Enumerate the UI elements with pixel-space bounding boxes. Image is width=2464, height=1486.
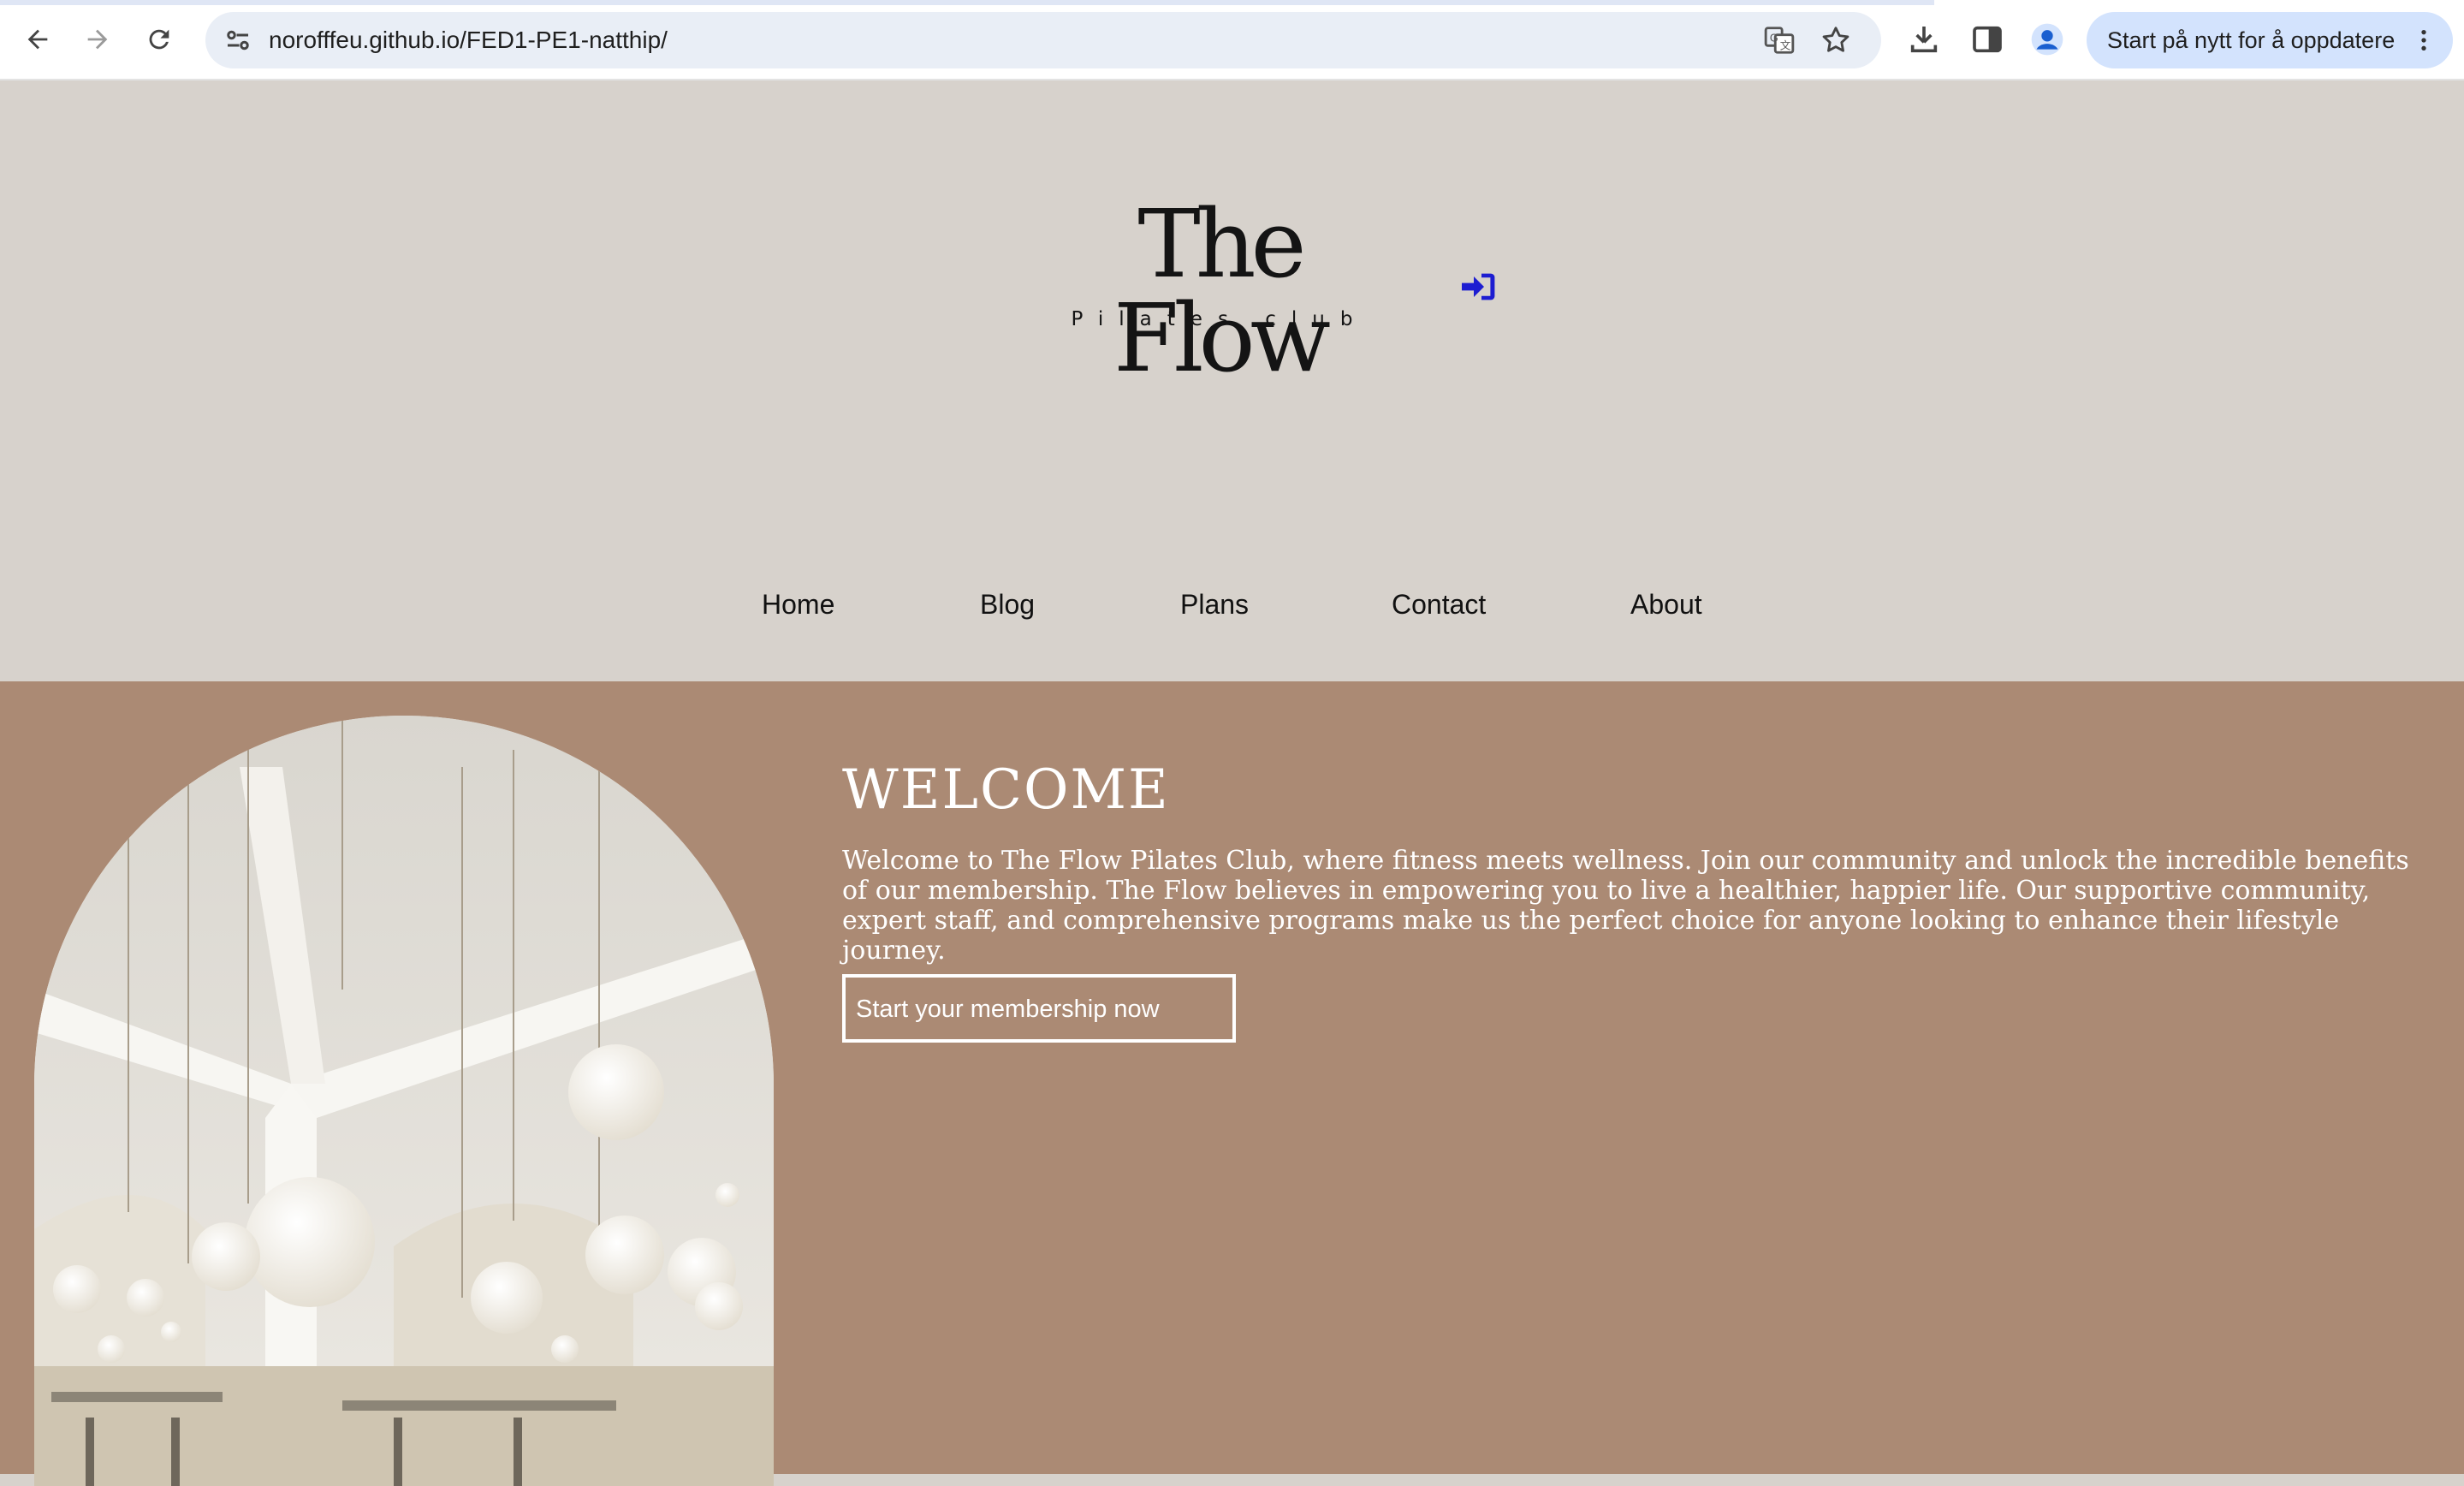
forward-icon: [87, 29, 108, 50]
site-header: The Flow Pilates club Home Blog Plans Co…: [0, 82, 2464, 681]
tab-strip-edge: [0, 0, 1934, 5]
download-icon[interactable]: [1907, 22, 1941, 56]
sign-in-icon[interactable]: [1462, 272, 1496, 301]
forward-button[interactable]: [75, 17, 120, 62]
translate-icon[interactable]: G 文: [1763, 24, 1796, 56]
update-label: Start på nytt for å oppdatere: [2107, 27, 2396, 53]
browser-toolbar: norofffeu.github.io/FED1-PE1-natthip/ G …: [0, 0, 2464, 80]
logo-subtitle: Pilates club: [1071, 308, 1369, 330]
nav-about[interactable]: About: [1630, 570, 1702, 639]
nav-home[interactable]: Home: [762, 570, 834, 639]
side-panel-icon[interactable]: [1970, 22, 2004, 56]
logo-title[interactable]: The Flow: [1027, 197, 1412, 385]
site-info-icon[interactable]: [223, 25, 253, 56]
studio-illustration: [34, 716, 774, 1486]
nav-contact[interactable]: Contact: [1392, 570, 1486, 639]
address-bar[interactable]: norofffeu.github.io/FED1-PE1-natthip/ G …: [205, 12, 1881, 68]
back-button[interactable]: [15, 17, 60, 62]
welcome-title: WELCOME: [842, 758, 1170, 822]
main-nav: Home Blog Plans Contact About: [0, 570, 2464, 639]
studio-photo: [34, 716, 774, 1486]
reload-button[interactable]: [137, 17, 181, 62]
url-text[interactable]: norofffeu.github.io/FED1-PE1-natthip/: [269, 12, 668, 68]
nav-plans[interactable]: Plans: [1180, 570, 1249, 639]
start-membership-button[interactable]: Start your membership now: [842, 974, 1236, 1043]
bookmark-star-icon[interactable]: [1820, 24, 1852, 56]
update-button[interactable]: Start på nytt for å oppdatere: [2087, 12, 2453, 68]
nav-blog[interactable]: Blog: [980, 570, 1035, 639]
back-icon: [27, 29, 48, 50]
reload-icon: [149, 29, 169, 50]
svg-text:文: 文: [1780, 39, 1791, 51]
welcome-section: WELCOME Welcome to The Flow Pilates Club…: [0, 681, 2464, 1486]
svg-text:G: G: [1770, 33, 1778, 45]
welcome-text: Welcome to The Flow Pilates Club, where …: [842, 846, 2409, 966]
profile-icon[interactable]: [2030, 22, 2064, 56]
more-icon[interactable]: [2410, 27, 2437, 54]
